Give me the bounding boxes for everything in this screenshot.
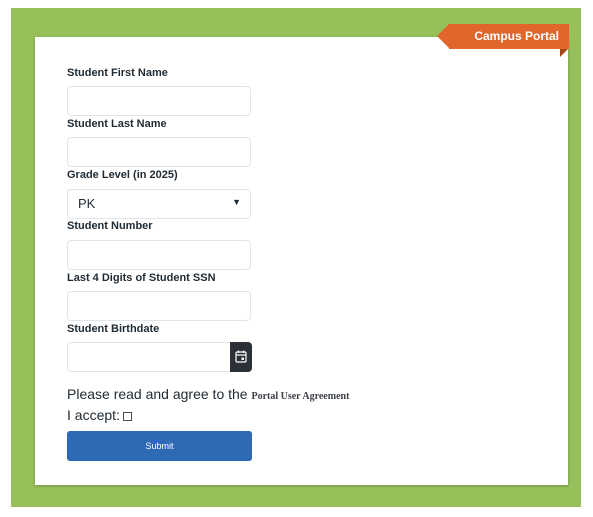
portal-user-agreement-link[interactable]: Portal User Agreement: [251, 391, 349, 402]
chevron-down-icon: ▼: [232, 197, 241, 207]
ssn-label: Last 4 Digits of Student SSN: [67, 272, 216, 284]
birthdate-input[interactable]: [67, 342, 230, 372]
birthdate-label: Student Birthdate: [67, 323, 160, 335]
accept-row: I accept:: [67, 407, 132, 423]
last-name-label: Student Last Name: [67, 118, 167, 130]
grade-level-value: PK: [78, 196, 96, 211]
student-number-label: Student Number: [67, 220, 153, 232]
agreement-prefix: Please read and agree to the: [67, 386, 252, 402]
grade-level-select[interactable]: PK ▼: [67, 189, 251, 219]
accept-label: I accept:: [67, 407, 120, 423]
student-number-input[interactable]: [67, 240, 251, 270]
calendar-icon: [235, 350, 247, 363]
ribbon-fold: [560, 49, 568, 57]
agreement-text: Please read and agree to the Portal User…: [67, 386, 349, 402]
submit-button[interactable]: Submit: [67, 431, 252, 461]
first-name-input[interactable]: [67, 86, 251, 116]
campus-portal-badge: Campus Portal: [437, 24, 569, 49]
accept-checkbox[interactable]: [122, 412, 132, 421]
first-name-label: Student First Name: [67, 67, 168, 79]
ssn-input[interactable]: [67, 291, 251, 321]
calendar-button[interactable]: [230, 342, 252, 372]
last-name-input[interactable]: [67, 137, 251, 167]
grade-level-label: Grade Level (in 2025): [67, 169, 178, 181]
